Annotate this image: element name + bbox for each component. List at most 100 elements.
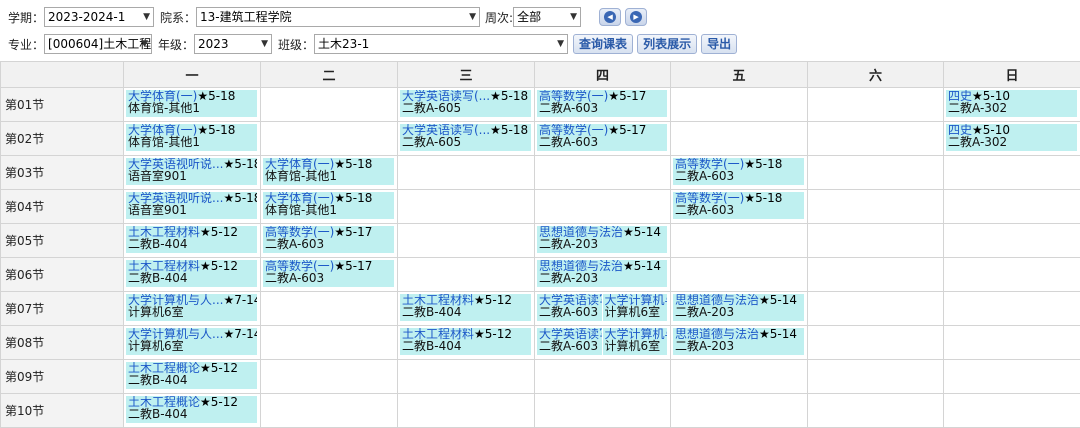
course-block: 高等数学(一)★5-18二教A-603 (673, 192, 804, 219)
course-block: 高等数学(一)★5-17二教A-603 (537, 90, 667, 117)
course-weeks: ★5-18 (223, 192, 257, 205)
course-group: 四史★5-10二教A-302 (944, 88, 1080, 117)
course-weeks: ★5-18 (490, 90, 528, 103)
schedule-cell (671, 122, 808, 156)
course-weeks: ★5-17 (608, 124, 646, 137)
day-header: 五 (671, 62, 808, 88)
grade-select-value: 2023 (198, 37, 229, 51)
schedule-cell: 大学英语读写二教A-603大学计算机与计算机6室 (535, 292, 671, 326)
grade-label: 年级： (158, 36, 194, 53)
major-select[interactable]: [000604]土木工程 ▼ (44, 34, 152, 54)
course-block: 土木工程材料★5-12二教B-404 (400, 328, 531, 355)
course-block: 大学英语读写二教A-603 (537, 294, 603, 321)
course-weeks: ★5-18 (197, 90, 235, 103)
schedule-cell: 土木工程材料★5-12二教B-404 (398, 292, 535, 326)
course-room: 体育馆-其他1 (265, 170, 392, 182)
course-room: 计算机6室 (128, 340, 255, 352)
course-room: 二教A-203 (675, 340, 802, 352)
period-label: 第05节 (1, 224, 124, 258)
schedule-cell (808, 360, 944, 394)
query-schedule-button[interactable]: 查询课表 (573, 34, 633, 54)
schedule-cell: 思想道德与法治★5-14二教A-203 (671, 292, 808, 326)
course-group: 思想道德与法治★5-14二教A-203 (671, 326, 807, 355)
chevron-down-icon: ▼ (143, 8, 150, 26)
period-label: 第07节 (1, 292, 124, 326)
filter-panel: 学期： 2023-2024-1 ▼ 院系： 13-建筑工程学院 ▼ 周次: 全部… (0, 0, 1080, 60)
timetable: 一 二 三 四 五 六 日 第01节大学体育(一)★5-18体育馆-其他1大学英… (0, 61, 1080, 428)
course-room: 二教A-603 (539, 340, 600, 352)
schedule-cell: 高等数学(一)★5-17二教A-603 (261, 224, 398, 258)
course-room: 语音室901 (128, 170, 255, 182)
schedule-cell: 土木工程概论★5-12二教B-404 (124, 394, 261, 428)
schedule-cell: 大学英语读写(...★5-18二教A-605 (398, 88, 535, 122)
schedule-cell (535, 394, 671, 428)
course-block: 土木工程概论★5-12二教B-404 (126, 396, 257, 423)
schedule-cell: 思想道德与法治★5-14二教A-203 (535, 224, 671, 258)
schedule-cell (944, 326, 1080, 360)
schedule-cell (398, 190, 535, 224)
schedule-cell (944, 292, 1080, 326)
course-block: 大学英语读写二教A-603 (537, 328, 603, 355)
schedule-cell: 大学体育(一)★5-18体育馆-其他1 (261, 156, 398, 190)
day-header: 日 (944, 62, 1080, 88)
course-block: 土木工程材料★5-12二教B-404 (400, 294, 531, 321)
schedule-cell (671, 360, 808, 394)
schedule-cell (671, 394, 808, 428)
course-block: 思想道德与法治★5-14二教A-203 (673, 294, 804, 321)
course-weeks: ★5-18 (744, 192, 782, 205)
week-select[interactable]: 全部 ▼ (513, 7, 581, 27)
course-weeks: ★5-14 (623, 226, 661, 239)
schedule-cell: 大学体育(一)★5-18体育馆-其他1 (124, 88, 261, 122)
chevron-down-icon: ▼ (469, 8, 476, 26)
schedule-cell (398, 156, 535, 190)
period-row: 第06节土木工程材料★5-12二教B-404高等数学(一)★5-17二教A-60… (1, 258, 1080, 292)
college-label: 院系： (160, 9, 196, 26)
term-select-value: 2023-2024-1 (48, 10, 125, 24)
course-block: 四史★5-10二教A-302 (946, 124, 1077, 151)
schedule-cell (808, 122, 944, 156)
course-weeks: ★5-17 (334, 260, 372, 273)
filter-row-2: 专业： [000604]土木工程 ▼ 年级： 2023 ▼ 班级： 土木23-1… (8, 33, 737, 55)
prev-week-button[interactable]: ◀ (599, 8, 621, 26)
course-weeks: ★5-18 (490, 124, 528, 137)
chevron-down-icon: ▼ (557, 35, 564, 53)
course-group: 土木工程材料★5-12二教B-404 (398, 326, 534, 355)
schedule-cell (398, 224, 535, 258)
chevron-down-icon: ▼ (141, 35, 148, 53)
schedule-cell: 大学体育(一)★5-18体育馆-其他1 (124, 122, 261, 156)
schedule-cell (398, 394, 535, 428)
week-select-value: 全部 (517, 10, 541, 24)
period-label: 第04节 (1, 190, 124, 224)
schedule-cell: 高等数学(一)★5-17二教A-603 (261, 258, 398, 292)
schedule-cell (944, 258, 1080, 292)
course-room: 计算机6室 (128, 306, 255, 318)
chevron-down-icon: ▼ (261, 35, 268, 53)
period-row: 第09节土木工程概论★5-12二教B-404 (1, 360, 1080, 394)
course-block: 高等数学(一)★5-18二教A-603 (673, 158, 804, 185)
grade-select[interactable]: 2023 ▼ (194, 34, 272, 54)
course-group: 高等数学(一)★5-18二教A-603 (671, 156, 807, 185)
course-block: 大学英语视听说...★5-18语音室901 (126, 158, 257, 185)
course-weeks: ★5-14 (623, 260, 661, 273)
schedule-cell (671, 258, 808, 292)
course-block: 大学英语视听说...★5-18语音室901 (126, 192, 257, 219)
schedule-cell: 高等数学(一)★5-18二教A-603 (671, 156, 808, 190)
list-view-button[interactable]: 列表展示 (637, 34, 697, 54)
next-week-button[interactable]: ▶ (625, 8, 647, 26)
course-room: 二教A-603 (675, 204, 802, 216)
course-block: 四史★5-10二教A-302 (946, 90, 1077, 117)
term-select[interactable]: 2023-2024-1 ▼ (44, 7, 154, 27)
course-group: 思想道德与法治★5-14二教A-203 (535, 224, 670, 253)
course-block: 大学英语读写(...★5-18二教A-605 (400, 90, 531, 117)
course-weeks: ★5-18 (744, 158, 782, 171)
timetable-header: 一 二 三 四 五 六 日 (1, 62, 1080, 88)
course-group: 大学英语视听说...★5-18语音室901 (124, 156, 260, 185)
period-row: 第10节土木工程概论★5-12二教B-404 (1, 394, 1080, 428)
course-block: 高等数学(一)★5-17二教A-603 (263, 260, 394, 287)
schedule-cell: 大学计算机与人...★7-14计算机6室 (124, 326, 261, 360)
export-button[interactable]: 导出 (701, 34, 737, 54)
schedule-cell (535, 360, 671, 394)
course-block: 大学英语读写(...★5-18二教A-605 (400, 124, 531, 151)
college-select[interactable]: 13-建筑工程学院 ▼ (196, 7, 480, 27)
class-select[interactable]: 土木23-1 ▼ (314, 34, 568, 54)
